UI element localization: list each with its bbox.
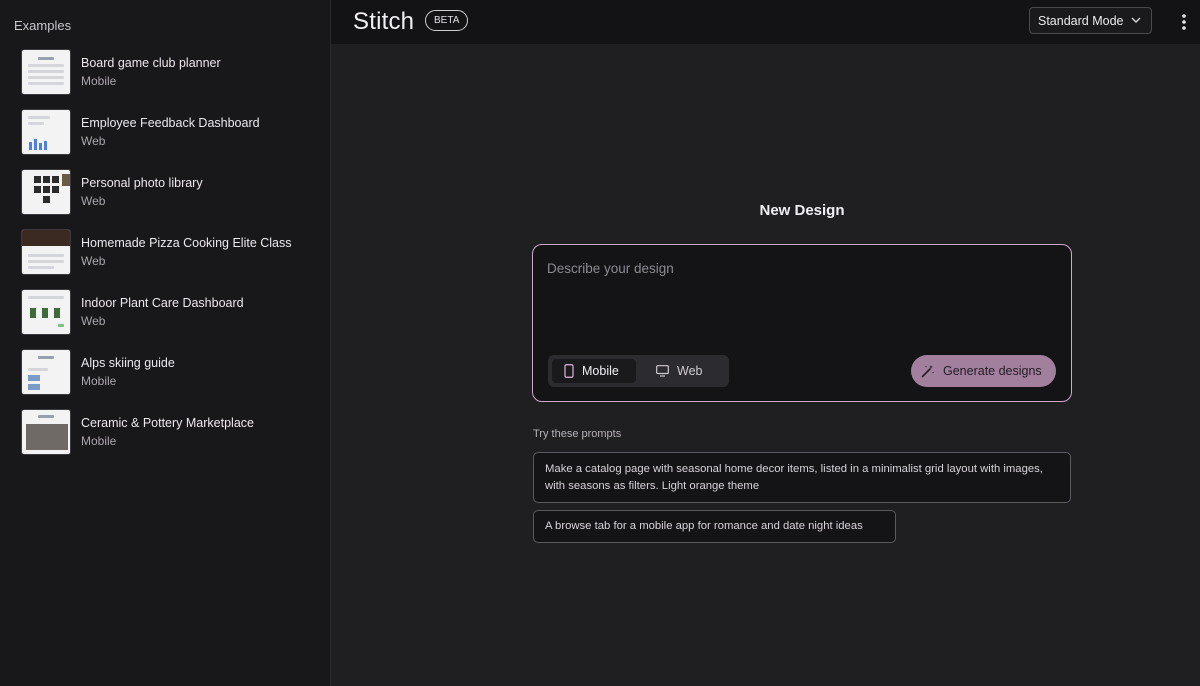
example-title: Personal photo library (81, 176, 203, 190)
example-title: Homemade Pizza Cooking Elite Class (81, 236, 292, 250)
example-platform: Mobile (81, 434, 117, 448)
example-thumbnail (21, 169, 71, 215)
example-item-board-game[interactable]: Board game club planner Mobile (21, 48, 321, 96)
prompt-box: Mobile Web Generate designs (532, 244, 1072, 402)
example-item-pizza-class[interactable]: Homemade Pizza Cooking Elite Class Web (21, 228, 321, 276)
example-thumbnail (21, 349, 71, 395)
generate-designs-button[interactable]: Generate designs (911, 355, 1056, 387)
device-option-label: Web (677, 364, 703, 378)
suggested-prompt[interactable]: A browse tab for a mobile app for romanc… (533, 510, 896, 543)
suggested-prompt[interactable]: Make a catalog page with seasonal home d… (533, 452, 1071, 503)
example-item-plant-care[interactable]: Indoor Plant Care Dashboard Web (21, 288, 321, 336)
magic-wand-icon (921, 365, 934, 378)
example-title: Board game club planner (81, 56, 221, 70)
example-item-employee-feedback[interactable]: Employee Feedback Dashboard Web (21, 108, 321, 156)
example-item-ceramic-pottery[interactable]: Ceramic & Pottery Marketplace Mobile (21, 408, 321, 456)
generate-designs-label: Generate designs (943, 364, 1042, 378)
chevron-down-icon (1131, 17, 1141, 23)
example-platform: Web (81, 314, 106, 328)
examples-sidebar: Examples Board game club planner Mobile … (0, 0, 331, 686)
example-title: Ceramic & Pottery Marketplace (81, 416, 254, 430)
example-title: Indoor Plant Care Dashboard (81, 296, 244, 310)
example-thumbnail (21, 409, 71, 455)
example-title: Alps skiing guide (81, 356, 175, 370)
beta-badge: BETA (425, 10, 469, 31)
mode-select[interactable]: Standard Mode (1029, 7, 1152, 34)
example-item-alps-skiing[interactable]: Alps skiing guide Mobile (21, 348, 321, 396)
example-platform: Mobile (81, 374, 117, 388)
example-platform: Web (81, 254, 106, 268)
top-bar: Stitch BETA Standard Mode (331, 0, 1200, 44)
prompts-label: Try these prompts (533, 428, 622, 440)
example-item-photo-library[interactable]: Personal photo library Web (21, 168, 321, 216)
device-option-mobile[interactable]: Mobile (552, 359, 636, 383)
mode-select-value: Standard Mode (1038, 13, 1124, 28)
design-description-input[interactable] (547, 261, 1047, 341)
example-platform: Mobile (81, 74, 117, 88)
device-option-label: Mobile (582, 364, 619, 378)
example-thumbnail (21, 49, 71, 95)
device-option-web[interactable]: Web (644, 359, 724, 383)
page-title: New Design (759, 202, 845, 219)
example-thumbnail (21, 289, 71, 335)
more-options-icon[interactable] (1179, 12, 1189, 32)
example-platform: Web (81, 134, 106, 148)
app-logo: Stitch (353, 8, 415, 35)
sidebar-title: Examples (14, 18, 72, 33)
example-thumbnail (21, 229, 71, 275)
desktop-icon (656, 365, 669, 377)
example-thumbnail (21, 109, 71, 155)
device-toggle: Mobile Web (548, 355, 729, 387)
example-title: Employee Feedback Dashboard (81, 116, 260, 130)
mobile-icon (564, 364, 574, 378)
example-platform: Web (81, 194, 106, 208)
